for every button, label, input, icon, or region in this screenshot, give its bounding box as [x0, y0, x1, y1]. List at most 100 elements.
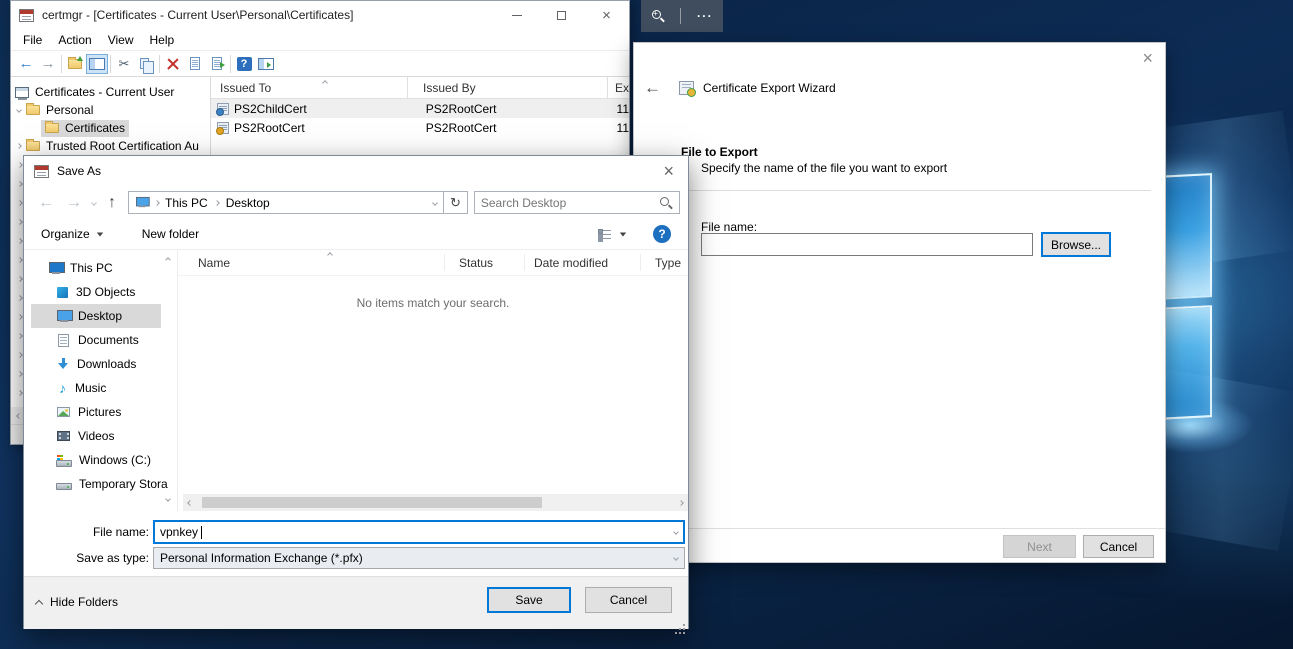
expand-chevron-icon[interactable] — [17, 390, 23, 396]
maximize-button[interactable] — [539, 2, 584, 28]
tree-item-cert-current-user[interactable]: Certificates - Current User — [11, 83, 210, 101]
nav-item-windows-c[interactable]: Windows (C:) — [31, 448, 161, 472]
nav-item-this-pc[interactable]: This PC — [31, 256, 161, 280]
show-console-tree-icon[interactable] — [255, 54, 277, 74]
export-icon[interactable] — [206, 54, 228, 74]
expand-chevron-icon[interactable] — [17, 333, 23, 339]
videos-icon — [57, 431, 70, 441]
nav-item-temporary-storage[interactable]: Temporary Stora — [31, 472, 161, 496]
menu-view[interactable]: View — [100, 33, 142, 47]
certmgr-titlebar[interactable]: certmgr - [Certificates - Current User\P… — [11, 1, 629, 29]
cut-icon[interactable]: ✂ — [113, 54, 135, 74]
save-as-type-select[interactable]: Personal Information Exchange (*.pfx) — [153, 547, 685, 569]
zoom-tool-icon[interactable]: + — [651, 9, 665, 23]
search-box[interactable] — [474, 191, 680, 214]
resize-grip[interactable] — [683, 624, 685, 626]
save-as-titlebar[interactable]: Save As × — [24, 156, 688, 186]
expand-chevron-icon[interactable] — [17, 238, 23, 244]
save-as-dialog: Save As × ← → ↑ This PC Desktop ↻ — [23, 155, 689, 629]
breadcrumb[interactable]: This PC Desktop — [128, 191, 444, 214]
nav-item-documents[interactable]: Documents — [31, 328, 161, 352]
nav-up-icon[interactable]: ↑ — [108, 195, 116, 211]
column-issued-by[interactable]: Issued By — [408, 77, 608, 98]
save-as-close-icon[interactable]: × — [663, 162, 674, 180]
menu-action[interactable]: Action — [50, 33, 99, 47]
tree-item-trusted-root[interactable]: Trusted Root Certification Au — [11, 137, 210, 155]
wizard-back-icon[interactable]: ← — [644, 79, 661, 96]
nav-item-downloads[interactable]: Downloads — [31, 352, 161, 376]
nav-item-videos[interactable]: Videos — [31, 424, 161, 448]
wizard-cancel-button[interactable]: Cancel — [1083, 535, 1154, 558]
column-name[interactable]: Name — [178, 254, 445, 272]
expand-chevron-icon[interactable] — [17, 295, 23, 301]
tree-item-personal[interactable]: Personal — [11, 101, 210, 119]
nav-item-pictures[interactable]: Pictures — [31, 400, 161, 424]
file-name-dropdown-icon[interactable] — [673, 529, 679, 535]
search-input[interactable] — [481, 196, 659, 210]
scrollbar-thumb[interactable] — [202, 497, 542, 508]
type-dropdown-icon[interactable] — [673, 555, 679, 561]
save-button[interactable]: Save — [487, 587, 571, 613]
file-name-field[interactable] — [153, 520, 685, 544]
delete-icon[interactable] — [162, 54, 184, 74]
search-icon[interactable] — [659, 196, 673, 210]
column-type[interactable]: Type — [641, 254, 688, 272]
menu-help[interactable]: Help — [142, 33, 183, 47]
menu-file[interactable]: File — [15, 33, 50, 47]
recent-locations-icon[interactable] — [91, 200, 97, 206]
breadcrumb-dropdown-icon[interactable] — [432, 200, 438, 206]
documents-icon — [58, 334, 69, 347]
tree-item-certificates[interactable]: Certificates — [11, 119, 210, 137]
column-issued-to[interactable]: Issued To — [211, 77, 408, 98]
save-as-cancel-button[interactable]: Cancel — [585, 587, 672, 613]
certificate-row[interactable]: PS2RootCert PS2RootCert 11 — [211, 118, 629, 137]
expand-chevron-icon[interactable] — [17, 219, 23, 225]
forward-icon[interactable]: → — [37, 54, 59, 74]
expand-chevron-icon[interactable] — [17, 276, 23, 282]
certificate-row[interactable]: PS2ChildCert PS2RootCert 11 — [211, 99, 629, 118]
new-folder-button[interactable]: New folder — [142, 227, 199, 241]
column-expiration[interactable]: Ex — [608, 77, 629, 98]
expand-chevron-icon[interactable] — [17, 162, 23, 168]
properties-icon[interactable] — [184, 54, 206, 74]
close-button[interactable]: × — [584, 2, 629, 28]
change-view-icon[interactable] — [598, 229, 611, 240]
nav-item-3d-objects[interactable]: 3D Objects — [31, 280, 161, 304]
minimize-button[interactable] — [494, 2, 539, 28]
expand-chevron-icon[interactable] — [17, 352, 23, 358]
hide-folders-button[interactable]: Hide Folders — [36, 595, 118, 609]
wizard-close-icon[interactable]: × — [1142, 49, 1153, 67]
expand-chevron-icon[interactable] — [17, 181, 23, 187]
breadcrumb-this-pc[interactable]: This PC — [165, 196, 208, 210]
next-button[interactable]: Next — [1003, 535, 1076, 558]
nav-pane-scrollbar[interactable] — [161, 250, 177, 511]
nav-forward-icon[interactable]: → — [66, 195, 82, 211]
wizard-file-name-input[interactable] — [702, 234, 1032, 255]
browse-button[interactable]: Browse... — [1041, 232, 1111, 257]
expand-chevron-icon[interactable] — [16, 143, 22, 149]
nav-back-icon[interactable]: ← — [38, 195, 54, 211]
expand-chevron-icon[interactable] — [16, 107, 22, 113]
back-icon[interactable]: ← — [15, 54, 37, 74]
console-panel-icon[interactable] — [86, 54, 108, 74]
show-folders-icon[interactable] — [64, 54, 86, 74]
help-icon[interactable]: ? — [233, 54, 255, 74]
organize-button[interactable]: Organize — [41, 227, 104, 241]
expand-chevron-icon[interactable] — [17, 371, 23, 377]
text-caret — [201, 526, 202, 539]
file-name-input[interactable] — [160, 525, 220, 539]
wizard-file-name-field[interactable] — [701, 233, 1033, 256]
expand-chevron-icon[interactable] — [17, 314, 23, 320]
view-dropdown-icon[interactable] — [620, 232, 626, 236]
column-date-modified[interactable]: Date modified — [525, 254, 641, 272]
copy-icon[interactable] — [135, 54, 157, 74]
help-button[interactable]: ? — [653, 225, 671, 243]
column-status[interactable]: Status — [445, 254, 525, 272]
expand-chevron-icon[interactable] — [17, 200, 23, 206]
nav-item-music[interactable]: ♪ Music — [31, 376, 161, 400]
breadcrumb-desktop[interactable]: Desktop — [226, 196, 270, 210]
file-list-horizontal-scrollbar[interactable] — [183, 494, 688, 511]
refresh-button[interactable]: ↻ — [444, 191, 468, 214]
nav-item-desktop[interactable]: Desktop — [31, 304, 161, 328]
expand-chevron-icon[interactable] — [17, 257, 23, 263]
